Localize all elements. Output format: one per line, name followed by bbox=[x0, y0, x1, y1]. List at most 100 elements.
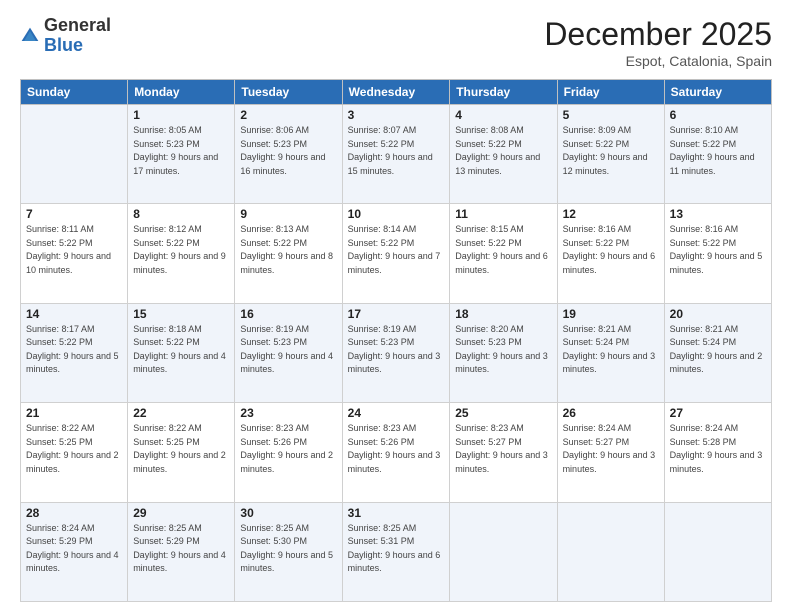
sunrise: Sunrise: 8:18 AM bbox=[133, 324, 202, 334]
header: General Blue December 2025 Espot, Catalo… bbox=[20, 16, 772, 69]
daylight: Daylight: 9 hours and 6 minutes. bbox=[348, 550, 441, 574]
sunset: Sunset: 5:23 PM bbox=[455, 337, 522, 347]
daylight: Daylight: 9 hours and 16 minutes. bbox=[240, 152, 325, 176]
sunrise: Sunrise: 8:19 AM bbox=[240, 324, 309, 334]
day-number: 3 bbox=[348, 108, 445, 122]
table-row: 27 Sunrise: 8:24 AM Sunset: 5:28 PM Dayl… bbox=[664, 403, 771, 502]
daylight: Daylight: 9 hours and 4 minutes. bbox=[133, 550, 226, 574]
col-tuesday: Tuesday bbox=[235, 80, 342, 105]
day-info: Sunrise: 8:19 AM Sunset: 5:23 PM Dayligh… bbox=[348, 323, 445, 377]
calendar-week-row: 21 Sunrise: 8:22 AM Sunset: 5:25 PM Dayl… bbox=[21, 403, 772, 502]
day-number: 25 bbox=[455, 406, 551, 420]
sunrise: Sunrise: 8:25 AM bbox=[240, 523, 309, 533]
table-row: 26 Sunrise: 8:24 AM Sunset: 5:27 PM Dayl… bbox=[557, 403, 664, 502]
daylight: Daylight: 9 hours and 9 minutes. bbox=[133, 251, 226, 275]
table-row: 24 Sunrise: 8:23 AM Sunset: 5:26 PM Dayl… bbox=[342, 403, 450, 502]
day-number: 9 bbox=[240, 207, 336, 221]
sunrise: Sunrise: 8:06 AM bbox=[240, 125, 309, 135]
daylight: Daylight: 9 hours and 2 minutes. bbox=[240, 450, 333, 474]
sunset: Sunset: 5:27 PM bbox=[563, 437, 630, 447]
daylight: Daylight: 9 hours and 11 minutes. bbox=[670, 152, 755, 176]
sunrise: Sunrise: 8:09 AM bbox=[563, 125, 632, 135]
sunset: Sunset: 5:23 PM bbox=[240, 139, 307, 149]
day-info: Sunrise: 8:24 AM Sunset: 5:27 PM Dayligh… bbox=[563, 422, 659, 476]
sunrise: Sunrise: 8:11 AM bbox=[26, 224, 94, 234]
day-number: 13 bbox=[670, 207, 766, 221]
daylight: Daylight: 9 hours and 3 minutes. bbox=[563, 351, 656, 375]
sunset: Sunset: 5:25 PM bbox=[133, 437, 200, 447]
sunrise: Sunrise: 8:16 AM bbox=[670, 224, 739, 234]
day-number: 8 bbox=[133, 207, 229, 221]
day-number: 30 bbox=[240, 506, 336, 520]
sunrise: Sunrise: 8:21 AM bbox=[563, 324, 632, 334]
day-number: 1 bbox=[133, 108, 229, 122]
table-row: 18 Sunrise: 8:20 AM Sunset: 5:23 PM Dayl… bbox=[450, 303, 557, 402]
day-info: Sunrise: 8:23 AM Sunset: 5:26 PM Dayligh… bbox=[348, 422, 445, 476]
sunset: Sunset: 5:22 PM bbox=[455, 238, 522, 248]
day-info: Sunrise: 8:06 AM Sunset: 5:23 PM Dayligh… bbox=[240, 124, 336, 178]
sunset: Sunset: 5:26 PM bbox=[348, 437, 415, 447]
sunrise: Sunrise: 8:23 AM bbox=[240, 423, 309, 433]
table-row: 11 Sunrise: 8:15 AM Sunset: 5:22 PM Dayl… bbox=[450, 204, 557, 303]
day-info: Sunrise: 8:20 AM Sunset: 5:23 PM Dayligh… bbox=[455, 323, 551, 377]
day-number: 27 bbox=[670, 406, 766, 420]
day-info: Sunrise: 8:07 AM Sunset: 5:22 PM Dayligh… bbox=[348, 124, 445, 178]
daylight: Daylight: 9 hours and 3 minutes. bbox=[348, 351, 441, 375]
sunset: Sunset: 5:23 PM bbox=[348, 337, 415, 347]
table-row: 20 Sunrise: 8:21 AM Sunset: 5:24 PM Dayl… bbox=[664, 303, 771, 402]
sunrise: Sunrise: 8:24 AM bbox=[26, 523, 95, 533]
daylight: Daylight: 9 hours and 13 minutes. bbox=[455, 152, 540, 176]
calendar-week-row: 28 Sunrise: 8:24 AM Sunset: 5:29 PM Dayl… bbox=[21, 502, 772, 601]
table-row: 13 Sunrise: 8:16 AM Sunset: 5:22 PM Dayl… bbox=[664, 204, 771, 303]
sunrise: Sunrise: 8:12 AM bbox=[133, 224, 202, 234]
day-number: 17 bbox=[348, 307, 445, 321]
sunrise: Sunrise: 8:22 AM bbox=[26, 423, 95, 433]
table-row bbox=[21, 105, 128, 204]
sunrise: Sunrise: 8:24 AM bbox=[563, 423, 632, 433]
day-info: Sunrise: 8:19 AM Sunset: 5:23 PM Dayligh… bbox=[240, 323, 336, 377]
daylight: Daylight: 9 hours and 3 minutes. bbox=[563, 450, 656, 474]
day-info: Sunrise: 8:16 AM Sunset: 5:22 PM Dayligh… bbox=[670, 223, 766, 277]
day-info: Sunrise: 8:21 AM Sunset: 5:24 PM Dayligh… bbox=[670, 323, 766, 377]
table-row bbox=[664, 502, 771, 601]
table-row: 10 Sunrise: 8:14 AM Sunset: 5:22 PM Dayl… bbox=[342, 204, 450, 303]
col-saturday: Saturday bbox=[664, 80, 771, 105]
day-info: Sunrise: 8:12 AM Sunset: 5:22 PM Dayligh… bbox=[133, 223, 229, 277]
day-number: 5 bbox=[563, 108, 659, 122]
day-info: Sunrise: 8:25 AM Sunset: 5:29 PM Dayligh… bbox=[133, 522, 229, 576]
day-number: 18 bbox=[455, 307, 551, 321]
daylight: Daylight: 9 hours and 6 minutes. bbox=[455, 251, 548, 275]
sunrise: Sunrise: 8:05 AM bbox=[133, 125, 202, 135]
daylight: Daylight: 9 hours and 5 minutes. bbox=[670, 251, 763, 275]
day-info: Sunrise: 8:08 AM Sunset: 5:22 PM Dayligh… bbox=[455, 124, 551, 178]
sunrise: Sunrise: 8:15 AM bbox=[455, 224, 524, 234]
sunrise: Sunrise: 8:25 AM bbox=[133, 523, 202, 533]
sunset: Sunset: 5:24 PM bbox=[563, 337, 630, 347]
daylight: Daylight: 9 hours and 15 minutes. bbox=[348, 152, 433, 176]
daylight: Daylight: 9 hours and 3 minutes. bbox=[455, 351, 548, 375]
col-sunday: Sunday bbox=[21, 80, 128, 105]
table-row: 16 Sunrise: 8:19 AM Sunset: 5:23 PM Dayl… bbox=[235, 303, 342, 402]
location-title: Espot, Catalonia, Spain bbox=[544, 53, 772, 69]
calendar-week-row: 1 Sunrise: 8:05 AM Sunset: 5:23 PM Dayli… bbox=[21, 105, 772, 204]
calendar-table: Sunday Monday Tuesday Wednesday Thursday… bbox=[20, 79, 772, 602]
sunrise: Sunrise: 8:24 AM bbox=[670, 423, 739, 433]
sunrise: Sunrise: 8:07 AM bbox=[348, 125, 417, 135]
table-row: 12 Sunrise: 8:16 AM Sunset: 5:22 PM Dayl… bbox=[557, 204, 664, 303]
day-info: Sunrise: 8:23 AM Sunset: 5:27 PM Dayligh… bbox=[455, 422, 551, 476]
sunset: Sunset: 5:22 PM bbox=[670, 238, 737, 248]
day-number: 31 bbox=[348, 506, 445, 520]
day-number: 20 bbox=[670, 307, 766, 321]
day-info: Sunrise: 8:14 AM Sunset: 5:22 PM Dayligh… bbox=[348, 223, 445, 277]
day-number: 11 bbox=[455, 207, 551, 221]
daylight: Daylight: 9 hours and 4 minutes. bbox=[26, 550, 119, 574]
day-number: 6 bbox=[670, 108, 766, 122]
day-number: 28 bbox=[26, 506, 122, 520]
col-thursday: Thursday bbox=[450, 80, 557, 105]
day-info: Sunrise: 8:24 AM Sunset: 5:28 PM Dayligh… bbox=[670, 422, 766, 476]
sunrise: Sunrise: 8:21 AM bbox=[670, 324, 739, 334]
col-monday: Monday bbox=[128, 80, 235, 105]
day-info: Sunrise: 8:05 AM Sunset: 5:23 PM Dayligh… bbox=[133, 124, 229, 178]
sunrise: Sunrise: 8:22 AM bbox=[133, 423, 202, 433]
sunset: Sunset: 5:29 PM bbox=[26, 536, 93, 546]
